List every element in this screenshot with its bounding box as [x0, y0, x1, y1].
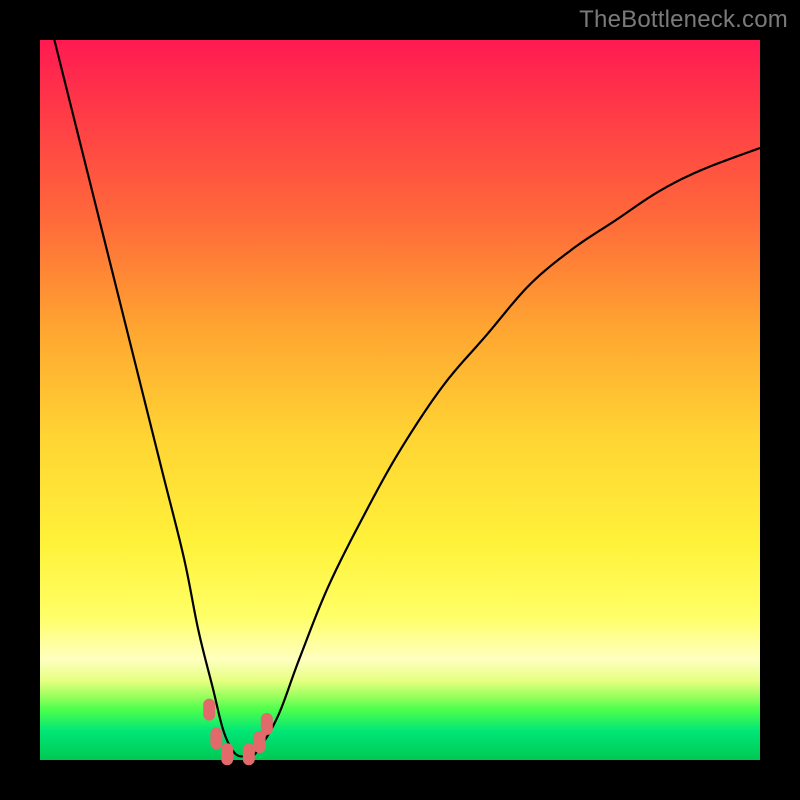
bottleneck-curve [54, 40, 760, 757]
watermark-text: TheBottleneck.com [579, 6, 788, 34]
curve-marker [254, 731, 266, 753]
curve-marker [221, 743, 233, 765]
chart-frame: TheBottleneck.com [0, 0, 800, 800]
curve-layer [40, 40, 760, 760]
curve-marker [203, 699, 215, 721]
plot-area [40, 40, 760, 760]
curve-marker [243, 743, 255, 765]
curve-marker [261, 713, 273, 735]
curve-marker [210, 727, 222, 749]
